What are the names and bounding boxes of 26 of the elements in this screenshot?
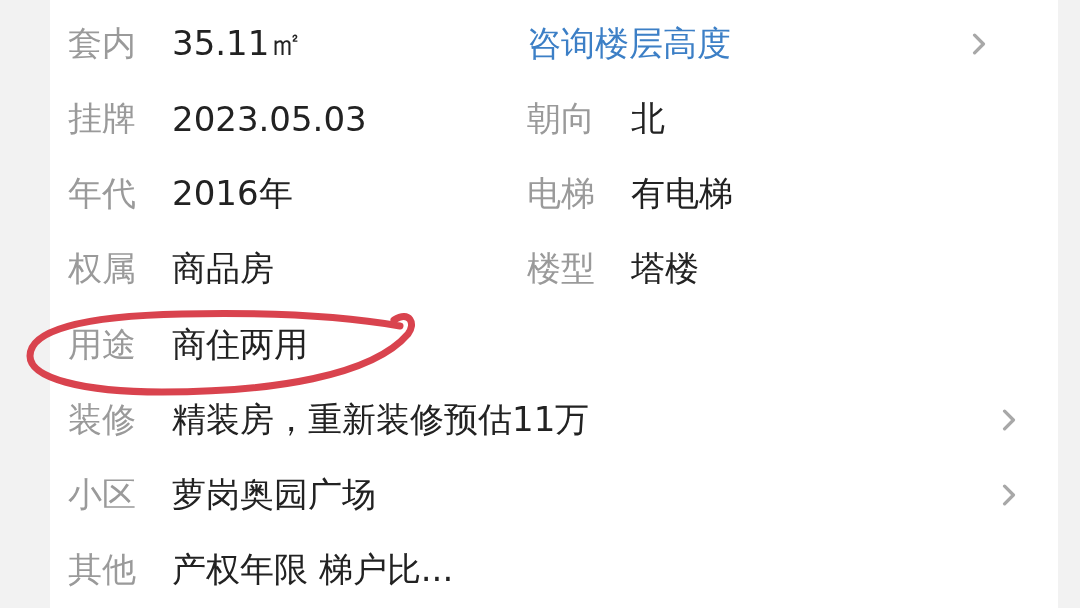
field-value: 2016年 (172, 172, 293, 216)
field-label: 楼型 (527, 247, 596, 291)
field-label: 装修 (68, 397, 137, 441)
chevron-icon[interactable] (1002, 408, 1016, 431)
field-label: 年代 (68, 172, 137, 216)
field-value: 有电梯 (631, 172, 733, 216)
field-value: 35.11㎡ (172, 21, 304, 65)
field-label: 其他 (68, 548, 137, 592)
chevron-icon[interactable] (972, 32, 986, 55)
field-label: 套内 (68, 21, 137, 65)
field-value: 商住两用 (172, 322, 308, 366)
field-label: 电梯 (527, 172, 596, 216)
field-label: 朝向 (527, 96, 596, 140)
field-label: 小区 (68, 473, 137, 517)
field-value: 塔楼 (631, 247, 699, 291)
link[interactable]: 咨询楼层高度 (527, 20, 731, 67)
field-value: 萝岗奥园广场 (172, 473, 376, 517)
chevron-icon[interactable] (1002, 484, 1016, 507)
field-label: 挂牌 (68, 96, 137, 140)
field-value: 产权年限 梯户比... (172, 548, 454, 592)
field-value: 商品房 (172, 247, 274, 291)
field-label: 权属 (68, 247, 137, 291)
field-value: 2023.05.03 (172, 98, 367, 139)
field-value: 精装房，重新装修预估11万 (172, 397, 590, 441)
field-label: 用途 (68, 322, 137, 366)
field-value: 北 (631, 96, 665, 140)
